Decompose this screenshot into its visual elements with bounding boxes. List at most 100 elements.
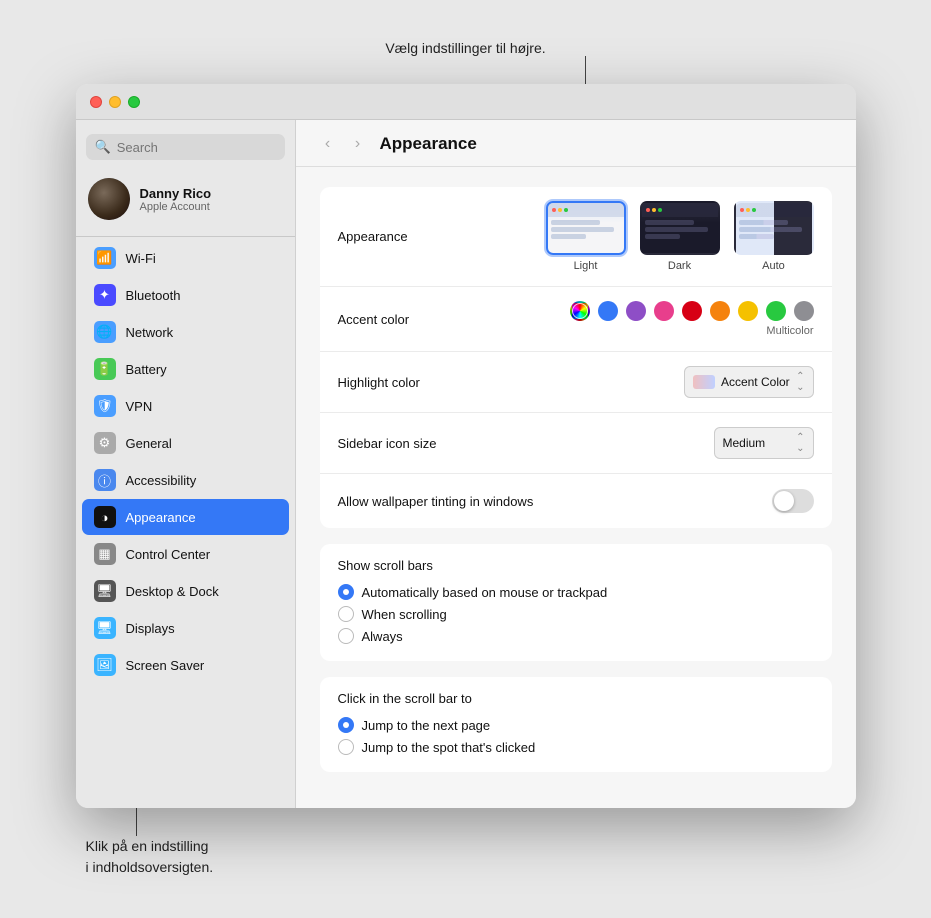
user-name: Danny Rico [140, 186, 212, 201]
sidebar-size-value: Medium [723, 436, 766, 450]
auto-label: Auto [762, 260, 785, 272]
wallpaper-toggle[interactable] [772, 489, 814, 513]
scroll-option-always[interactable]: Always [338, 625, 814, 647]
annotation-bottom: Klik på en indstilling i indholdsoversig… [86, 836, 214, 878]
user-section[interactable]: Danny Rico Apple Account [76, 170, 295, 228]
click-scroll-next[interactable]: Jump to the next page [338, 714, 814, 736]
sidebar-label-displays: Displays [126, 621, 175, 636]
light-label: Light [574, 260, 598, 272]
accent-graphite[interactable] [794, 301, 814, 321]
accent-multicolor[interactable] [570, 301, 590, 321]
user-info: Danny Rico Apple Account [140, 186, 212, 213]
click-scroll-clicked[interactable]: Jump to the spot that's clicked [338, 736, 814, 758]
highlight-color-row: Highlight color Accent Color ⌃⌄ [320, 352, 832, 413]
sidebar-label-control: Control Center [126, 547, 211, 562]
forward-button[interactable]: › [346, 132, 370, 156]
wallpaper-row: Allow wallpaper tinting in windows [320, 474, 832, 528]
sidebar-item-bluetooth[interactable]: ✦Bluetooth [82, 277, 289, 313]
scroll-option-auto[interactable]: Automatically based on mouse or trackpad [338, 581, 814, 603]
sidebar-item-network[interactable]: 🌐Network [82, 314, 289, 350]
access-icon: ⓘ [94, 469, 116, 491]
search-icon: 🔍 [95, 139, 111, 155]
highlight-color-dropdown[interactable]: Accent Color ⌃⌄ [684, 366, 814, 398]
sidebar-item-wifi[interactable]: 📶Wi-Fi [82, 240, 289, 276]
search-input[interactable] [117, 140, 276, 155]
radio-label-scroll: When scrolling [362, 607, 447, 622]
traffic-lights [90, 96, 140, 108]
user-subtitle: Apple Account [140, 201, 212, 213]
sidebar-label-access: Accessibility [126, 473, 197, 488]
divider [76, 236, 295, 237]
sidebar-size-dropdown[interactable]: Medium ⌃⌄ [714, 427, 814, 459]
sidebar-item-screensaver[interactable]: 🖼 Screen Saver [82, 647, 289, 683]
radio-label-auto: Automatically based on mouse or trackpad [362, 585, 608, 600]
radio-label-always: Always [362, 629, 403, 644]
wifi-icon: 📶 [94, 247, 116, 269]
click-label-next: Jump to the next page [362, 718, 491, 733]
sidebar-item-desktop[interactable]: 🖥Desktop & Dock [82, 573, 289, 609]
avatar [88, 178, 130, 220]
sidebar-label-general: General [126, 436, 172, 451]
accent-yellow[interactable] [738, 301, 758, 321]
sidebar-item-appearance[interactable]: ◑Appearance [82, 499, 289, 535]
dark-label: Dark [668, 260, 691, 272]
highlight-color-label: Highlight color [338, 375, 518, 390]
appearance-thumb-auto [734, 201, 814, 255]
appearance-control: Light [518, 201, 814, 272]
accent-colors [570, 301, 814, 321]
page-title: Appearance [380, 134, 477, 154]
search-box[interactable]: 🔍 [86, 134, 285, 160]
accent-orange[interactable] [710, 301, 730, 321]
appearance-label: Appearance [338, 229, 518, 244]
chevron-icon: ⌃⌄ [796, 371, 804, 393]
sidebar-item-battery[interactable]: 🔋Battery [82, 351, 289, 387]
sidebar-item-vpn[interactable]: 🛡VPN [82, 388, 289, 424]
sidebar-icon-size-row: Sidebar icon size Medium ⌃⌄ [320, 413, 832, 474]
accent-color-row: Accent color Multicolor [320, 287, 832, 352]
sidebar-item-displays[interactable]: 🖥 Displays [82, 610, 289, 646]
click-scroll-section: Click in the scroll bar to Jump to the n… [320, 677, 832, 772]
control-icon: ▦ [94, 543, 116, 565]
window: 🔍 Danny Rico Apple Account 📶Wi-Fi✦Blueto… [76, 84, 856, 808]
annotation-top: Vælg indstillinger til højre. [385, 40, 545, 56]
network-icon: 🌐 [94, 321, 116, 343]
accent-pink[interactable] [654, 301, 674, 321]
sidebar-item-control[interactable]: ▦ Control Center [82, 536, 289, 572]
maximize-button[interactable] [128, 96, 140, 108]
window-body: 🔍 Danny Rico Apple Account 📶Wi-Fi✦Blueto… [76, 120, 856, 808]
accent-selected-label: Multicolor [766, 325, 813, 337]
sidebar: 🔍 Danny Rico Apple Account 📶Wi-Fi✦Blueto… [76, 120, 296, 808]
sidebar-item-access[interactable]: ⓘ Accessibility [82, 462, 289, 498]
screensaver-icon: 🖼 [94, 654, 116, 676]
accent-green[interactable] [766, 301, 786, 321]
appearance-light[interactable]: Light [546, 201, 626, 272]
chevron-icon2: ⌃⌄ [796, 432, 804, 454]
sidebar-label-desktop: Desktop & Dock [126, 584, 219, 599]
accent-blue[interactable] [598, 301, 618, 321]
displays-icon: 🖥 [94, 617, 116, 639]
title-bar [76, 84, 856, 120]
minimize-button[interactable] [109, 96, 121, 108]
appearance-dark[interactable]: Dark [640, 201, 720, 272]
sidebar-item-general[interactable]: ⚙General [82, 425, 289, 461]
appearance-thumb-light [546, 201, 626, 255]
back-button[interactable]: ‹ [316, 132, 340, 156]
highlight-swatch [693, 375, 715, 389]
wallpaper-control [638, 489, 814, 513]
vpn-icon: 🛡 [94, 395, 116, 417]
accent-color-control: Multicolor [518, 301, 814, 337]
accent-red[interactable] [682, 301, 702, 321]
scroll-option-scroll[interactable]: When scrolling [338, 603, 814, 625]
click-label-clicked: Jump to the spot that's clicked [362, 740, 536, 755]
accent-purple[interactable] [626, 301, 646, 321]
sidebar-icon-size-label: Sidebar icon size [338, 436, 518, 451]
highlight-color-value: Accent Color [721, 375, 790, 389]
appearance-icon: ◑ [94, 506, 116, 528]
sidebar-label-screensaver: Screen Saver [126, 658, 205, 673]
sidebar-items-container: 📶Wi-Fi✦Bluetooth🌐Network🔋Battery🛡VPN⚙Gen… [76, 239, 295, 684]
battery-icon: 🔋 [94, 358, 116, 380]
highlight-color-control: Accent Color ⌃⌄ [518, 366, 814, 398]
appearance-auto[interactable]: Auto [734, 201, 814, 272]
scroll-radio-group: Automatically based on mouse or trackpad… [338, 581, 814, 647]
close-button[interactable] [90, 96, 102, 108]
